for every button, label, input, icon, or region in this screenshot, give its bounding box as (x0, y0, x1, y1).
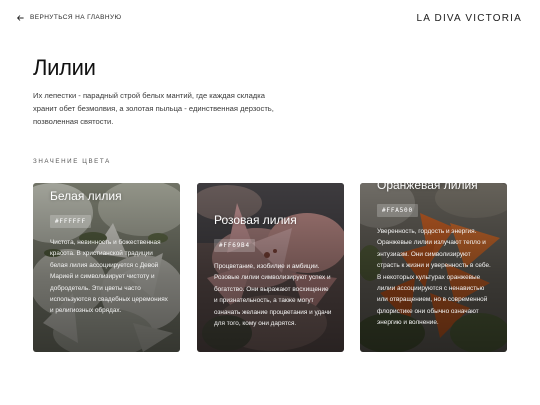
card-pink-lily[interactable]: Розовая лилия #FF69B4 Процветание, изоби… (197, 183, 344, 352)
card-title: Оранжевая лилия (377, 183, 478, 192)
back-link-label: ВЕРНУТЬСЯ НА ГЛАВНУЮ (30, 14, 122, 21)
card-title: Розовая лилия (214, 213, 297, 227)
top-bar: ВЕРНУТЬСЯ НА ГЛАВНУЮ LA DIVA VICTORIA (0, 0, 540, 40)
card-orange-lily[interactable]: Оранжевая лилия #FFA500 Уверенность, гор… (360, 183, 507, 352)
back-to-home-link[interactable]: ВЕРНУТЬСЯ НА ГЛАВНУЮ (17, 14, 121, 21)
card-title: Белая лилия (50, 189, 122, 203)
arrow-left-icon (17, 14, 24, 21)
hex-code-badge: #FF69B4 (214, 239, 255, 252)
brand-logo[interactable]: LA DIVA VICTORIA (416, 13, 522, 24)
intro-text: Их лепестки - парадный строй белых манти… (33, 91, 274, 126)
card-description: Процветание, изобилие и амбиции. Розовые… (214, 263, 332, 328)
card-description: Чистота, невинность и божественная красо… (50, 239, 168, 315)
card-content: Оранжевая лилия #FFA500 Уверенность, гор… (377, 183, 495, 329)
hex-code-badge: #FFFFFF (50, 215, 91, 228)
card-description: Уверенность, гордость и энергия. Оранжев… (377, 228, 491, 327)
card-content: Розовая лилия #FF69B4 Процветание, изоби… (214, 213, 332, 329)
hex-code-badge: #FFA500 (377, 204, 418, 217)
card-content: Белая лилия #FFFFFF Чистота, невинность … (50, 189, 168, 317)
section-label: ЗНАЧЕНИЕ ЦВЕТА (33, 158, 111, 165)
page-title: Лилии (33, 55, 96, 80)
card-white-lily[interactable]: Белая лилия #FFFFFF Чистота, невинность … (33, 183, 180, 352)
page: ВЕРНУТЬСЯ НА ГЛАВНУЮ LA DIVA VICTORIA Ли… (0, 0, 540, 405)
